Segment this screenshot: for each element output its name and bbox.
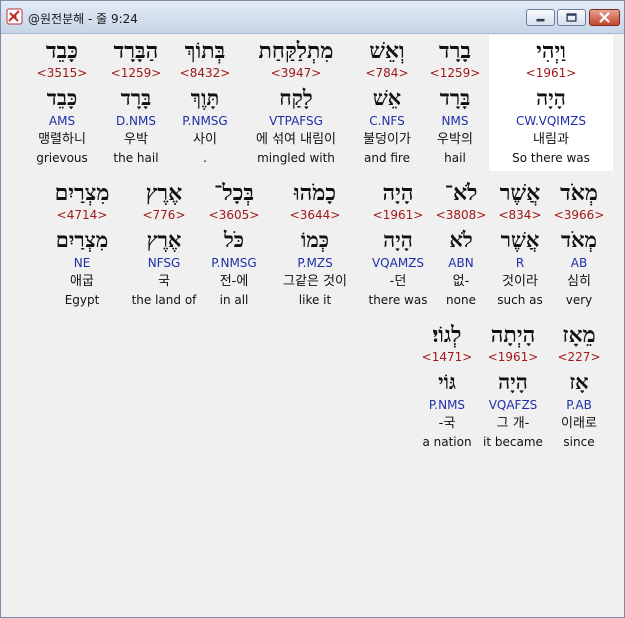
english-gloss: mingled with [257, 151, 335, 165]
word-cell[interactable]: מִצְרַיִם <4714> מִצְרַיִם NE 애굽 Egypt [32, 177, 132, 309]
hebrew-word: מִצְרַיִם [54, 180, 110, 206]
word-cell[interactable]: לְגוֹי׃ <1471> גּוֹי P.NMS -국 a nation [397, 319, 497, 451]
strong-number[interactable]: <784> [337, 66, 437, 80]
lemma: מִצְרַיִם [55, 227, 109, 252]
english-gloss: and fire [363, 151, 410, 165]
morphology-code[interactable]: AMS [12, 114, 112, 128]
hebrew-word: וַיְהִי [536, 38, 566, 64]
window-title: @원전분해 - 줄 9:24 [28, 12, 138, 26]
strong-number[interactable]: <1961> [501, 66, 601, 80]
minimize-button[interactable] [526, 9, 555, 26]
hebrew-word: מִתְלַקַּחַת [258, 38, 334, 64]
strong-number[interactable]: <1471> [397, 350, 497, 364]
korean-gloss: 맹렬하니 [38, 132, 86, 147]
title-bar[interactable]: @원전분해 - 줄 9:24 [1, 1, 624, 34]
lemma: כָּבֵד [46, 85, 78, 110]
lemma: הָיָה [536, 85, 566, 110]
word-cell[interactable]: כָּבֵד <3515> כָּבֵד AMS 맹렬하니 grievous [12, 35, 112, 167]
strong-number[interactable]: <4714> [32, 208, 132, 222]
korean-gloss: -국 [438, 416, 456, 431]
bible-app-icon[interactable] [6, 8, 23, 25]
strong-number[interactable]: <3515> [12, 66, 112, 80]
morphology-code[interactable]: NE [32, 256, 132, 270]
english-gloss: Egypt [64, 293, 100, 307]
lemma: גּוֹי [438, 369, 456, 394]
word-cell[interactable]: וְאֵשׁ <784> אֵשׁ C.NFS 불덩이가 and fire [337, 35, 437, 167]
english-gloss: So there was [512, 151, 590, 165]
hebrew-word: לְגוֹי׃ [432, 322, 462, 348]
strong-number[interactable]: <3947> [246, 66, 346, 80]
hebrew-word: וְאֵשׁ [369, 38, 405, 64]
korean-gloss: 내림과 [533, 132, 569, 147]
maximize-icon [566, 13, 577, 22]
maximize-button[interactable] [557, 9, 586, 26]
english-gloss: grievous [36, 151, 88, 165]
app-window: @원전분해 - 줄 9:24 וַיְהִי <1961> הָיָה CW.V… [0, 0, 625, 618]
close-button[interactable] [589, 9, 620, 26]
morphology-code[interactable]: C.NFS [337, 114, 437, 128]
word-cell[interactable]: מִתְלַקַּחַת <3947> לָקַח VTPAFSG 에 섞여 내… [246, 35, 346, 167]
hebrew-word: כָּבֵד [46, 38, 78, 64]
interlinear-panel: וַיְהִי <1961> הָיָה CW.VQIMZS 내림과 So th… [3, 35, 622, 615]
korean-gloss: 불덩이가 [363, 132, 411, 147]
close-icon [599, 12, 610, 23]
lemma: אֵשׁ [372, 85, 402, 110]
english-gloss: a nation [422, 435, 472, 449]
word-cell[interactable]: וַיְהִי <1961> הָיָה CW.VQIMZS 내림과 So th… [501, 35, 601, 167]
morphology-code[interactable]: CW.VQIMZS [501, 114, 601, 128]
morphology-code[interactable]: P.NMS [397, 398, 497, 412]
korean-gloss: 에 섞여 내림이 [255, 132, 337, 147]
korean-gloss: 애굽 [70, 274, 94, 289]
minimize-icon [536, 18, 545, 22]
lemma: לָקַח [279, 85, 313, 110]
morphology-code[interactable]: VTPAFSG [246, 114, 346, 128]
